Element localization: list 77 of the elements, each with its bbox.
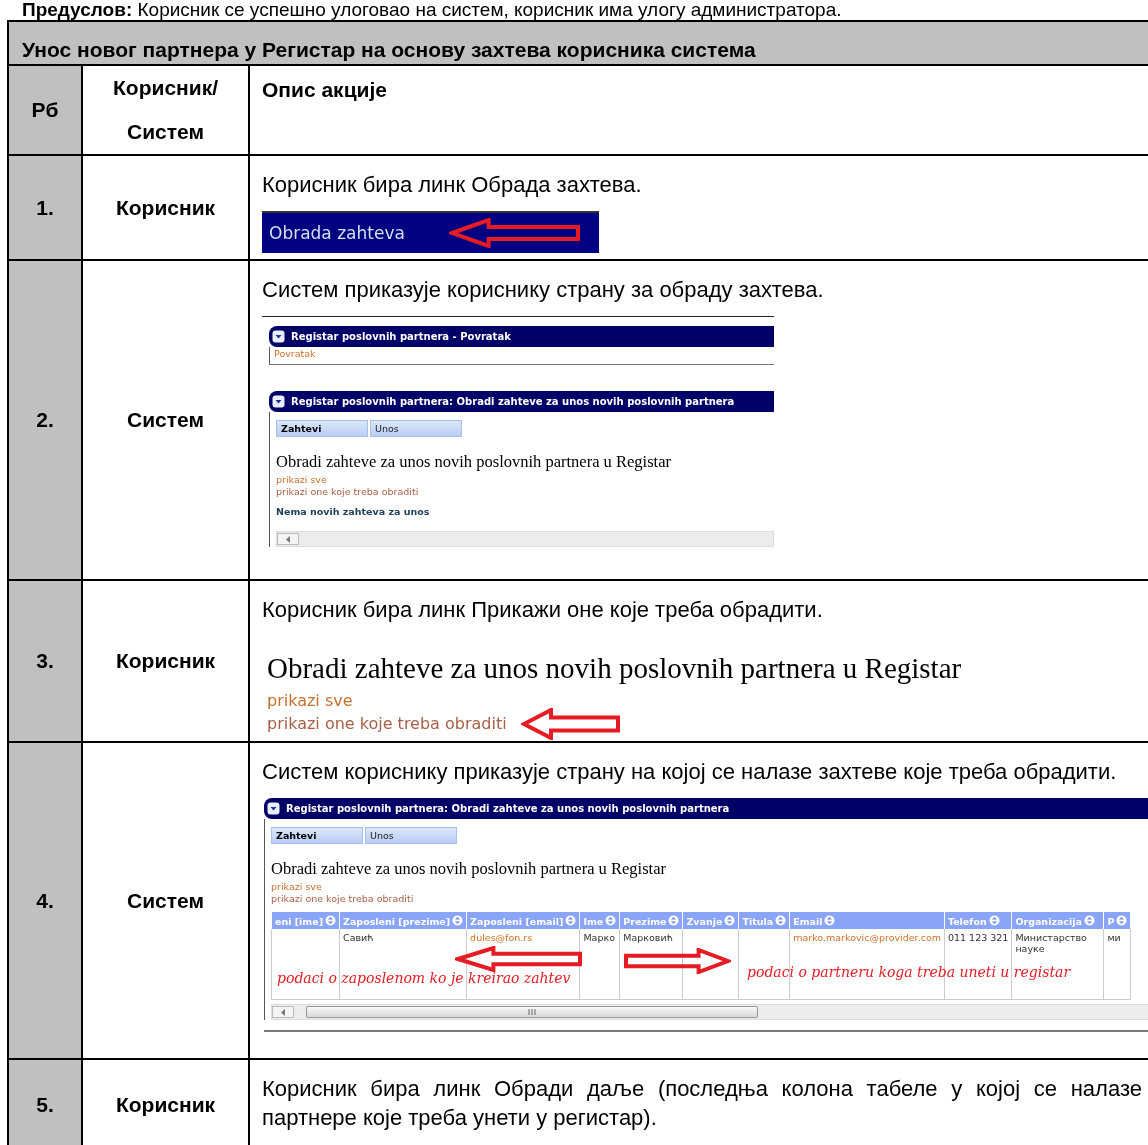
sort-icon[interactable] [668,915,680,926]
column-header[interactable]: Titula [738,912,790,929]
email-link[interactable]: dules@fon.rs [470,932,533,943]
chevron-down-icon[interactable] [267,802,280,815]
page-heading: Obradi zahteve za unos novih poslovnih partnera u Registar [267,652,963,685]
actor-cell: Систем [82,742,249,1059]
row-number: 2. [8,260,82,580]
column-header[interactable]: Prezime [619,912,683,929]
menu-link[interactable]: Obrada zahteva [269,223,405,243]
link[interactable]: prikazi one koje treba obraditi [267,714,507,733]
link[interactable]: prikazi one koje treba obraditi [276,485,419,497]
sort-icon[interactable] [824,915,836,926]
cell-text: Марко [583,932,615,943]
arrow-left-icon[interactable] [285,535,291,543]
cell-text: ми [1107,932,1121,943]
step-description: Систем кориснику приказује страну на којој се налазе захтеве које треба обрадити. [262,758,1118,786]
sort-icon[interactable] [775,915,787,926]
step-description: Корисник бира линк Обрада захтева. [262,171,643,199]
column-header[interactable]: Zaposleni [prezime] [339,912,467,929]
tab[interactable]: Zahtevi [271,827,363,844]
sort-icon[interactable] [325,915,337,926]
status-message: Nema novih zahteva za unos [276,506,431,517]
actor-cell: Систем [82,260,249,580]
link[interactable]: prikazi sve [267,691,353,710]
row-number: 3. [8,580,82,742]
column-header: Рб [8,65,82,155]
column-header[interactable]: Zaposleni [email] [466,912,580,929]
sort-icon[interactable] [724,915,736,926]
column-header[interactable]: Email [789,912,945,929]
column-header[interactable]: Zvanje [683,912,739,929]
step-description: Корисник бира линк Обради даље (последња колона табеле у којој се налазе партнере које треба унети у регистар). [262,1075,1142,1132]
tab[interactable]: Unos [365,827,457,844]
row-number: 4. [8,742,82,1059]
cell-text: Савић [343,932,374,943]
panel-title: Registar poslovnih partnera: Obradi zahteve za unos novih poslovnih partnera [264,798,1148,819]
row-number: 5. [8,1059,82,1145]
column-header[interactable]: Telefon [944,912,1012,929]
column-header[interactable]: P [1103,912,1131,929]
column-header[interactable]: Organizacija [1011,912,1104,929]
link[interactable]: prikazi one koje treba obraditi [271,892,414,904]
annotation-text: podaci o partneru koga treba uneti u registar [747,964,1071,980]
scrollbar[interactable] [276,531,774,547]
sort-icon[interactable] [1116,915,1128,926]
annotation-text: podaci o zaposlenom ko je kreirao zahtev [277,970,571,986]
link[interactable]: Povratak [274,348,316,359]
scrollbar[interactable] [271,1004,1148,1020]
column-header[interactable]: eni [ime] [271,912,340,929]
column-header[interactable]: Ime [579,912,620,929]
actor-cell: Корисник [82,580,249,742]
sort-icon[interactable] [988,915,1000,926]
column-header: Корисник/ Систем [82,65,249,155]
link[interactable]: prikazi sve [276,473,327,485]
cell-text: 011 123 321 [947,932,1009,943]
tab[interactable]: Zahtevi [276,420,368,437]
tab[interactable]: Unos [370,420,462,437]
panel-title: Registar poslovnih partnera - Povratak [269,326,774,347]
grip-icon [528,1009,536,1015]
cell-text: Марковић [623,932,673,943]
cell-text: Министарство науке [1015,932,1087,954]
sort-icon[interactable] [565,915,577,926]
page-heading: Obradi zahteve za unos novih poslovnih partnera u Registar [271,859,667,879]
sort-icon[interactable] [605,915,617,926]
email-link[interactable]: marko.markovic@provider.com [793,932,941,943]
link[interactable]: prikazi sve [271,880,322,892]
actor-cell: Корисник [82,155,249,260]
page-heading: Obradi zahteve za unos novih poslovnih partnera u Registar [276,452,672,472]
table-title: Унос новог партнера у Регистар на основу захтева корисника система [8,21,1148,65]
chevron-down-icon[interactable] [272,330,285,343]
panel-title: Registar poslovnih partnera: Obradi zahteve za unos novih poslovnih partnera [269,391,774,412]
precondition-text: Предуслов: Корисник се успешно улоговао на систем, корисник има улогу администратора. [22,0,843,20]
chevron-down-icon[interactable] [272,395,285,408]
sort-icon[interactable] [452,915,464,926]
sort-icon[interactable] [1083,915,1095,926]
step-description: Корисник бира линк Прикажи оне које треба обрадити. [262,596,824,624]
row-number: 1. [8,155,82,260]
step-description: Систем приказује кориснику страну за обраду захтева. [262,276,825,304]
arrow-left-icon[interactable] [280,1008,286,1016]
